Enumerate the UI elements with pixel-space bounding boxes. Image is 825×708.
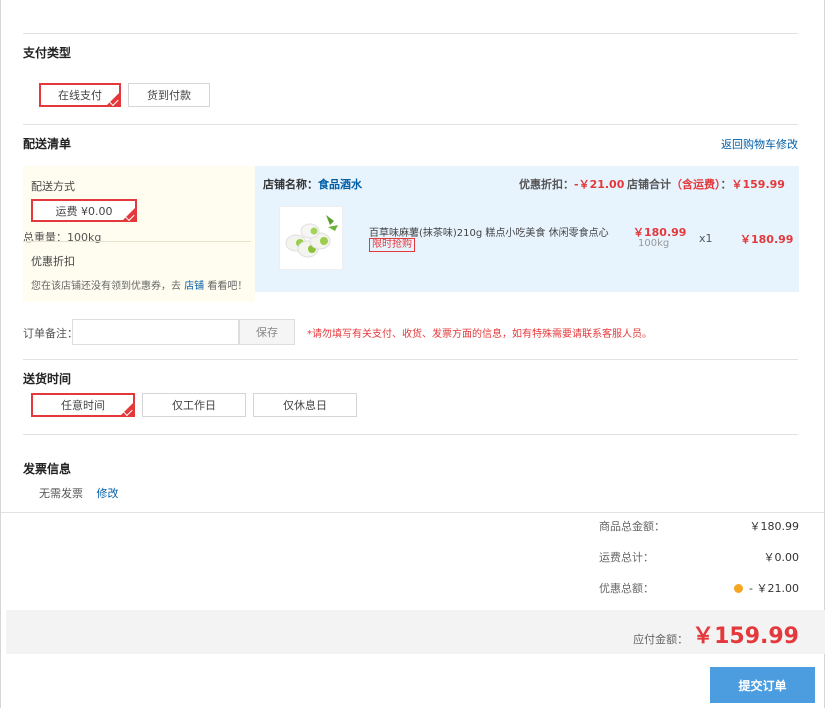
invoice-edit-link[interactable]: 修改	[97, 487, 119, 500]
shop-discount-label: 优惠折扣：	[519, 178, 574, 191]
product-subtotal: ￥180.99	[740, 233, 794, 246]
freight-total-value: ￥0.00	[763, 551, 800, 564]
shop-total: 店铺合计（含运费）：￥159.99	[627, 176, 785, 192]
delivery-time-title: 送货时间	[23, 372, 72, 386]
delivery-weekends-option[interactable]: 仅休息日	[253, 393, 357, 417]
save-remark-button[interactable]: 保存	[239, 319, 295, 345]
shop-discount: 优惠折扣：-￥21.00	[519, 176, 624, 192]
goods-total-row: 商品总金额： ￥180.99	[599, 518, 799, 534]
shipping-fee-option[interactable]: 运费 ¥0.00	[31, 199, 137, 222]
payable-bar: 应付金额： ￥159.99	[6, 610, 825, 654]
delivery-weekdays-option[interactable]: 仅工作日	[142, 393, 246, 417]
shop-total-colon: ：	[720, 178, 732, 191]
option-label: 仅休息日	[283, 399, 327, 412]
shipping-method-box: 配送方式 运费 ¥0.00 总重量：100kg 优惠折扣 您在该店铺还没有领到优…	[23, 166, 255, 302]
freight-total-label: 运费总计：	[599, 551, 654, 564]
option-label: 在线支付	[58, 89, 102, 102]
shop-items-box: 店铺名称：食品酒水 优惠折扣：-￥21.00 店铺合计（含运费）：￥159.99	[255, 166, 799, 292]
remark-input[interactable]	[72, 319, 239, 345]
shop-total-note: （含运费）	[671, 178, 721, 191]
coupon-text: 您在该店铺还没有领到优惠券，去	[31, 281, 181, 292]
payment-cod-option[interactable]: 货到付款	[128, 83, 210, 107]
payable-value: ￥159.99	[692, 624, 799, 649]
product-quantity: x1	[699, 232, 713, 245]
shop-name-link[interactable]: 食品酒水	[318, 178, 362, 191]
shop-name-row: 店铺名称：食品酒水	[263, 176, 362, 192]
option-label: 货到付款	[147, 89, 191, 102]
invoice-row: 无需发票 修改	[39, 485, 119, 501]
divider	[23, 124, 798, 125]
payment-online-option[interactable]: 在线支付	[39, 83, 121, 107]
total-weight: 总重量：100kg	[23, 231, 102, 244]
goods-total-value: ￥180.99	[749, 520, 800, 533]
flash-sale-tag: 限时抢购	[369, 238, 415, 252]
discount-total-value: - ￥21.00	[749, 582, 799, 595]
matcha-mochi-icon	[280, 207, 342, 269]
product-image[interactable]	[279, 206, 343, 270]
left-border	[0, 0, 1, 708]
delivery-list-title: 配送清单	[23, 137, 72, 151]
delivery-anytime-option[interactable]: 任意时间	[31, 393, 135, 417]
payable-amount: 应付金额： ￥159.99	[633, 618, 799, 650]
discount-label: 优惠折扣	[31, 255, 75, 268]
shop-link[interactable]: 店铺	[184, 281, 204, 292]
back-to-cart-link[interactable]: 返回购物车修改	[721, 136, 798, 152]
option-label: 任意时间	[61, 399, 105, 412]
freight-total-row: 运费总计： ￥0.00	[599, 549, 799, 565]
coupon-hint: 您在该店铺还没有领到优惠券，去 店铺 看看吧！	[31, 277, 247, 292]
check-icon	[125, 211, 135, 222]
payment-type-title: 支付类型	[23, 46, 72, 60]
shop-name-label: 店铺名称：	[263, 178, 318, 191]
discount-total-row: 优惠总额： - ￥21.00	[599, 580, 799, 596]
divider	[23, 434, 798, 435]
discount-total-cell: - ￥21.00	[709, 580, 799, 596]
divider	[23, 359, 798, 360]
discount-total-label: 优惠总额：	[599, 582, 654, 595]
product-weight: 100kg	[638, 238, 670, 249]
coupon-text: 看看吧！	[207, 281, 248, 292]
remark-hint: *请勿填写有关支付、收货、发票方面的信息，如有特殊需要请联系客服人员。	[307, 329, 652, 340]
option-label: 运费 ¥0.00	[55, 204, 113, 218]
divider	[0, 512, 825, 513]
remark-label: 订单备注：	[23, 327, 78, 340]
product-name[interactable]: 百草味麻薯(抹茶味)210g 糕点小吃美食 休闲零食点心	[369, 224, 609, 239]
check-icon	[123, 406, 133, 417]
check-icon	[109, 96, 119, 107]
invoice-title: 发票信息	[23, 462, 72, 476]
discount-info-icon[interactable]	[734, 584, 744, 593]
option-label: 仅工作日	[172, 399, 216, 412]
goods-total-label: 商品总金额：	[599, 520, 665, 533]
shop-total-value: ￥159.99	[731, 178, 785, 191]
shop-discount-value: -￥21.00	[574, 178, 625, 191]
submit-order-button[interactable]: 提交订单	[710, 667, 815, 703]
order-panel: 支付类型 在线支付 货到付款 配送清单 返回购物车修改 配送方式 运费 ¥0.0…	[0, 0, 825, 512]
divider	[23, 33, 798, 34]
payable-label: 应付金额：	[633, 633, 689, 646]
divider	[23, 241, 251, 242]
shipping-method-label: 配送方式	[31, 180, 75, 193]
shop-total-label: 店铺合计	[627, 178, 671, 191]
invoice-value: 无需发票	[39, 487, 83, 500]
